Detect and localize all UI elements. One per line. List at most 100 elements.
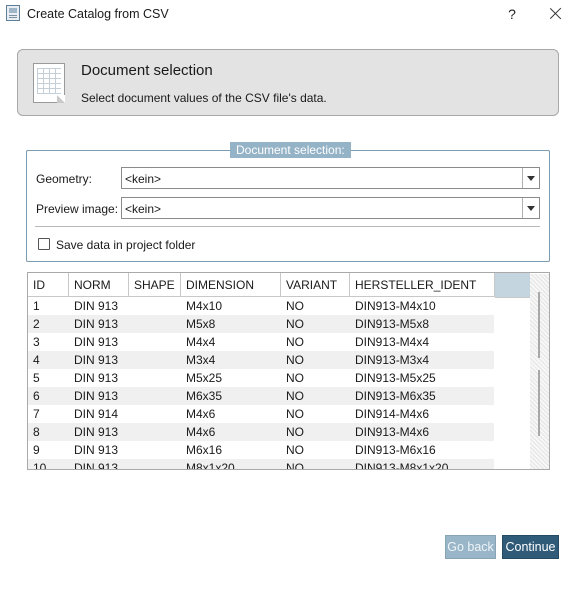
table-row[interactable]: 6 DIN 913 M6x35 NO DIN913-M6x35 [28, 387, 494, 405]
cell-dimension: M5x8 [186, 317, 216, 331]
cell-dimension: M3x4 [186, 353, 216, 367]
cell-hersteller-ident: DIN913-M4x10 [355, 299, 436, 313]
cell-variant: NO [286, 299, 304, 313]
cell-id: 2 [33, 317, 40, 331]
table-row[interactable]: 1 DIN 913 M4x10 NO DIN913-M4x10 [28, 297, 494, 315]
column-header-hersteller-ident[interactable]: HERSTELLER_IDENT [350, 273, 495, 297]
scrollbar-thumb[interactable] [538, 292, 540, 358]
geometry-label: Geometry: [36, 172, 93, 186]
cell-norm: DIN 913 [74, 443, 119, 457]
continue-button[interactable]: Continue [502, 535, 559, 559]
table-row[interactable]: 5 DIN 913 M5x25 NO DIN913-M5x25 [28, 369, 494, 387]
table-row[interactable]: 9 DIN 913 M6x16 NO DIN913-M6x16 [28, 441, 494, 459]
preview-image-select-value: <kein> [125, 202, 162, 216]
cell-hersteller-ident: DIN913-M8x1x20 [355, 461, 449, 470]
cell-shape [129, 333, 134, 351]
cell-shape [129, 459, 134, 469]
cell-hersteller-ident: DIN913-M4x4 [355, 335, 430, 349]
cell-shape [129, 423, 134, 441]
save-in-project-label: Save data in project folder [56, 238, 196, 252]
cell-dimension: M8x1x20 [186, 461, 235, 470]
cell-norm: DIN 913 [74, 371, 119, 385]
table-header: ID NORM SHAPE DIMENSION VARIANT HERSTELL… [28, 273, 530, 298]
cell-id: 4 [33, 353, 40, 367]
cell-shape [129, 405, 134, 423]
cell-variant: NO [286, 371, 304, 385]
geometry-dropdown-button[interactable] [522, 168, 539, 188]
header-panel: Document selection Select document value… [17, 49, 559, 116]
chevron-down-icon [527, 176, 535, 181]
cell-shape [129, 351, 134, 369]
cell-shape [129, 297, 134, 315]
cell-variant: NO [286, 461, 304, 470]
cell-hersteller-ident: DIN913-M3x4 [355, 353, 430, 367]
cell-shape [129, 441, 134, 459]
column-header-norm[interactable]: NORM [69, 273, 129, 297]
cell-norm: DIN 913 [74, 461, 119, 470]
column-header-id[interactable]: ID [28, 273, 69, 297]
chevron-down-icon [527, 206, 535, 211]
table-row[interactable]: 3 DIN 913 M4x4 NO DIN913-M4x4 [28, 333, 494, 351]
page-subtitle: Select document values of the CSV file's… [81, 91, 327, 105]
cell-id: 1 [33, 299, 40, 313]
close-icon[interactable] [546, 4, 566, 24]
title-bar: Create Catalog from CSV ? [0, 0, 578, 28]
save-in-project-checkbox[interactable] [38, 238, 50, 250]
cell-dimension: M4x6 [186, 425, 216, 439]
cell-dimension: M4x4 [186, 335, 216, 349]
cell-hersteller-ident: DIN913-M6x16 [355, 443, 436, 457]
cell-variant: NO [286, 443, 304, 457]
help-button[interactable]: ? [504, 4, 520, 24]
preview-image-label: Preview image: [36, 202, 119, 216]
column-header-filler [495, 273, 530, 298]
cell-norm: DIN 914 [74, 407, 119, 421]
cell-variant: NO [286, 425, 304, 439]
cell-shape [129, 315, 134, 333]
cell-hersteller-ident: DIN913-M4x6 [355, 425, 430, 439]
page-title: Document selection [81, 62, 213, 79]
cell-dimension: M5x25 [186, 371, 223, 385]
cell-shape [129, 369, 134, 387]
window-title: Create Catalog from CSV [27, 7, 169, 21]
cell-norm: DIN 913 [74, 299, 119, 313]
go-back-button[interactable]: Go back [445, 535, 496, 559]
cell-variant: NO [286, 407, 304, 421]
preview-image-select[interactable]: <kein> [121, 197, 540, 219]
cell-norm: DIN 913 [74, 317, 119, 331]
cell-id: 7 [33, 407, 40, 421]
cell-hersteller-ident: DIN913-M6x35 [355, 389, 436, 403]
cell-id: 10 [33, 461, 47, 470]
cell-norm: DIN 913 [74, 335, 119, 349]
cell-id: 3 [33, 335, 40, 349]
cell-id: 5 [33, 371, 40, 385]
preview-image-dropdown-button[interactable] [522, 198, 539, 218]
cell-dimension: M6x35 [186, 389, 223, 403]
column-header-variant[interactable]: VARIANT [281, 273, 350, 297]
cell-norm: DIN 913 [74, 389, 119, 403]
cell-id: 8 [33, 425, 40, 439]
table-row[interactable]: 10 DIN 913 M8x1x20 NO DIN913-M8x1x20 [28, 459, 494, 470]
column-header-shape[interactable]: SHAPE [129, 273, 181, 297]
geometry-select-value: <kein> [125, 172, 162, 186]
table-row[interactable]: 4 DIN 913 M3x4 NO DIN913-M3x4 [28, 351, 494, 369]
cell-variant: NO [286, 335, 304, 349]
cell-shape [129, 387, 134, 405]
column-header-dimension[interactable]: DIMENSION [181, 273, 281, 297]
cell-norm: DIN 913 [74, 425, 119, 439]
cell-variant: NO [286, 353, 304, 367]
csv-data-table: ID NORM SHAPE DIMENSION VARIANT HERSTELL… [27, 272, 550, 470]
table-row[interactable]: 8 DIN 913 M4x6 NO DIN913-M4x6 [28, 423, 494, 441]
cell-variant: NO [286, 317, 304, 331]
cell-hersteller-ident: DIN914-M4x6 [355, 407, 430, 421]
group-legend: Document selection: [230, 142, 351, 158]
table-row[interactable]: 7 DIN 914 M4x6 NO DIN914-M4x6 [28, 405, 494, 423]
cell-variant: NO [286, 389, 304, 403]
scrollbar-track-segment[interactable] [538, 370, 540, 436]
table-row[interactable]: 2 DIN 913 M5x8 NO DIN913-M5x8 [28, 315, 494, 333]
cell-dimension: M4x6 [186, 407, 216, 421]
geometry-select[interactable]: <kein> [121, 167, 540, 189]
app-icon [6, 5, 20, 21]
cell-id: 6 [33, 389, 40, 403]
vertical-scrollbar[interactable] [530, 274, 549, 469]
cell-hersteller-ident: DIN913-M5x25 [355, 371, 436, 385]
